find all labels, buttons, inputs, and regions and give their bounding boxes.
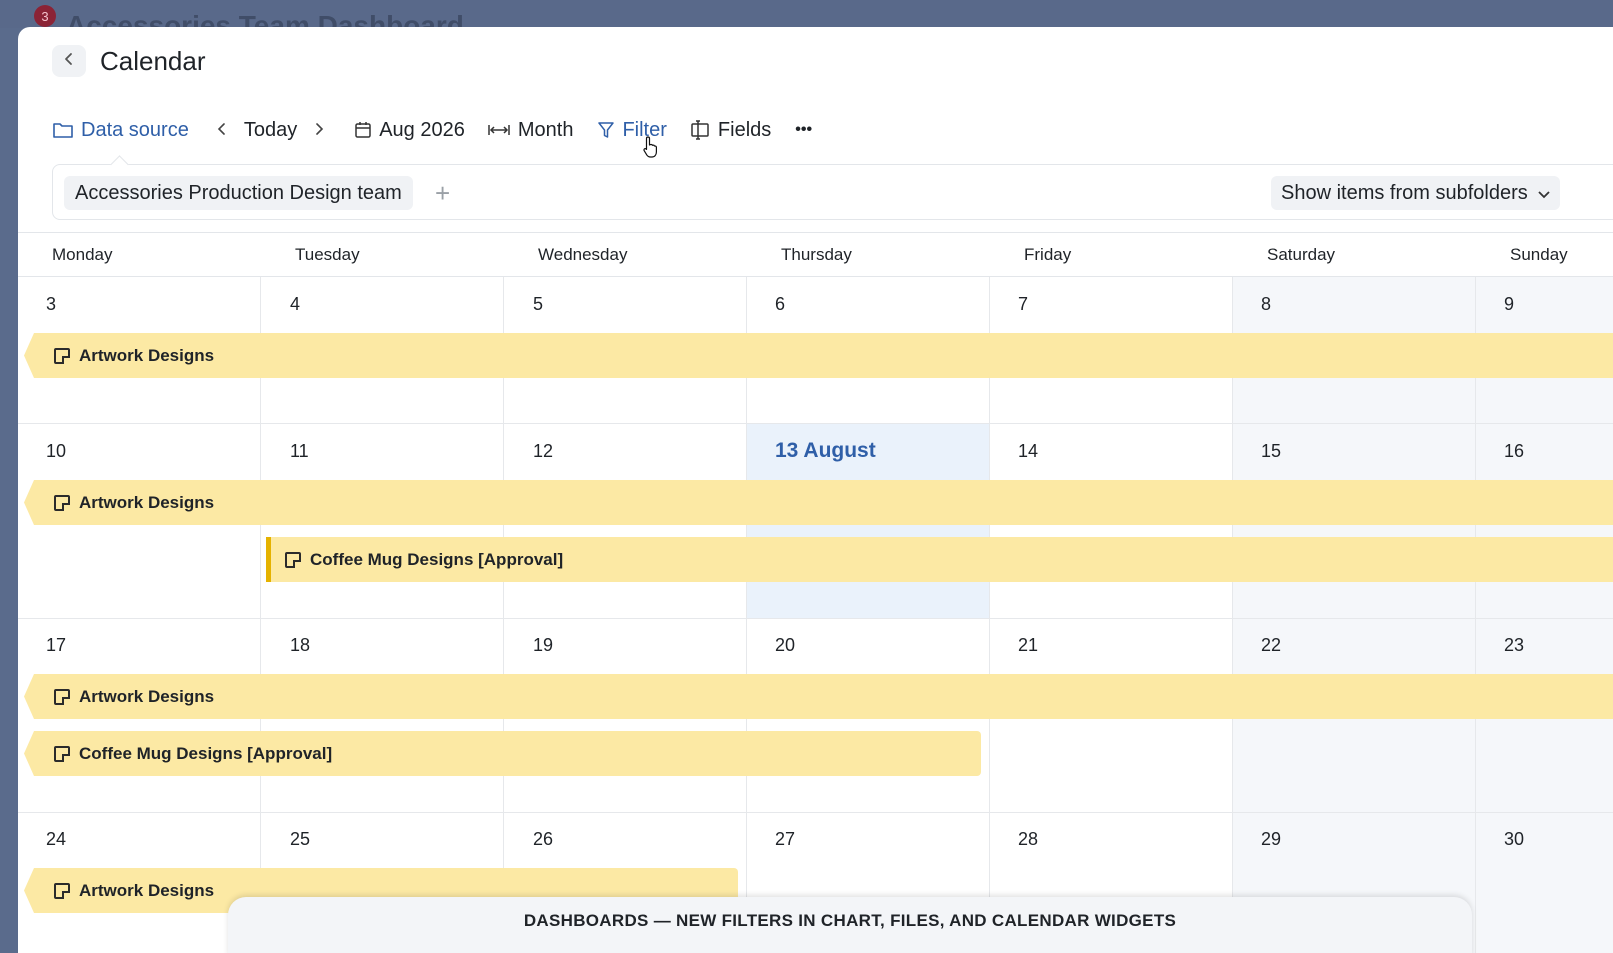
event-artwork-designs[interactable]: Artwork Designs [24, 333, 1613, 378]
date-cell-number[interactable]: 3 [46, 294, 56, 315]
fields-icon [689, 120, 711, 140]
date-cell-number[interactable]: 19 [533, 635, 553, 656]
more-options-button[interactable]: ••• [795, 121, 812, 139]
date-cell-number[interactable]: 18 [290, 635, 310, 656]
data-source-label: Data source [81, 118, 189, 141]
date-cell-number[interactable]: 20 [775, 635, 795, 656]
date-cell-number[interactable]: 10 [46, 441, 66, 462]
date-cell-number[interactable]: 30 [1504, 829, 1524, 850]
today-button[interactable]: Today [244, 119, 297, 142]
date-cell-number[interactable]: 23 [1504, 635, 1524, 656]
back-button[interactable] [52, 45, 86, 77]
column-divider [1232, 277, 1233, 953]
date-cell-number[interactable]: 11 [290, 441, 309, 462]
calendar-icon [354, 121, 372, 139]
filter-chip-team[interactable]: Accessories Production Design team [64, 176, 413, 210]
date-cell-number[interactable]: 21 [1018, 635, 1038, 656]
add-filter-button[interactable]: + [435, 178, 450, 209]
event-title: Coffee Mug Designs [Approval] [310, 549, 564, 569]
next-period-button[interactable] [314, 120, 324, 141]
weekday-header: Thursday [781, 245, 852, 264]
date-cell-number[interactable]: 8 [1261, 294, 1271, 315]
event-title: Artwork Designs [79, 880, 215, 900]
weekday-header: Saturday [1267, 245, 1336, 264]
date-cell-number[interactable]: 27 [775, 829, 795, 850]
date-picker-button[interactable]: Aug 2026 [354, 119, 465, 142]
column-divider [1475, 277, 1476, 953]
column-divider [503, 277, 504, 953]
weekday-header: Sunday [1510, 245, 1568, 264]
date-cell-number[interactable]: 9 [1504, 294, 1514, 315]
prev-period-button[interactable] [217, 120, 227, 141]
date-cell-number[interactable]: 26 [533, 829, 553, 850]
event-title: Coffee Mug Designs [Approval] [79, 743, 333, 763]
note-icon [285, 551, 301, 568]
event-artwork-designs[interactable]: Artwork Designs [24, 480, 1613, 525]
column-divider [260, 277, 261, 953]
event-title: Artwork Designs [79, 686, 215, 706]
weekday-header: Friday [1024, 245, 1072, 264]
date-cell-number[interactable]: 28 [1018, 829, 1038, 850]
weekend-background [1232, 277, 1613, 953]
view-mode-button[interactable]: Month [487, 118, 574, 142]
date-label: Aug 2026 [379, 118, 465, 141]
page-title: Calendar [100, 45, 206, 76]
date-cell-number[interactable]: 7 [1018, 294, 1028, 315]
subfolders-dropdown[interactable]: Show items from subfolders [1271, 176, 1560, 210]
date-navigation: Today [217, 119, 324, 142]
chevron-left-icon [63, 52, 75, 71]
modal-header: Calendar [52, 45, 206, 77]
hand-cursor-icon [643, 136, 657, 158]
date-cell-number[interactable]: 29 [1261, 829, 1281, 850]
announcement-banner: DASHBOARDS — NEW FILTERS IN CHART, FILES… [228, 897, 1472, 953]
folder-icon [52, 121, 74, 139]
filter-panel: Accessories Production Design team + Sho… [52, 164, 1613, 220]
event-title: Artwork Designs [79, 492, 215, 512]
note-icon [54, 882, 70, 899]
weekday-header: Tuesday [295, 245, 360, 264]
width-arrows-icon [487, 122, 511, 138]
data-source-button[interactable]: Data source [52, 119, 189, 142]
weekday-header: Wednesday [538, 245, 628, 264]
calendar-toolbar: Data source Today Aug 2026 Month Filter … [52, 115, 812, 145]
weekday-header: Monday [52, 245, 113, 264]
weekday-header-row: Monday Tuesday Wednesday Thursday Friday… [18, 233, 1613, 277]
date-cell-number[interactable]: 17 [46, 635, 66, 656]
note-icon [54, 745, 70, 762]
date-cell-number[interactable]: 12 [533, 441, 553, 462]
fields-label: Fields [717, 118, 772, 141]
date-cell-number[interactable]: 22 [1261, 635, 1281, 656]
today-date-label[interactable]: 13 August [775, 439, 876, 463]
week-divider [18, 618, 1613, 619]
funnel-icon [597, 120, 615, 140]
date-cell-number[interactable]: 5 [533, 294, 543, 315]
date-cell-number[interactable]: 14 [1018, 441, 1038, 462]
fields-button[interactable]: Fields [689, 119, 771, 142]
column-divider [746, 277, 747, 953]
date-cell-number[interactable]: 15 [1261, 441, 1281, 462]
notification-badge[interactable]: 3 [34, 5, 56, 27]
date-cell-number[interactable]: 4 [290, 294, 300, 315]
event-coffee-mug-approval[interactable]: Coffee Mug Designs [Approval] [266, 537, 1613, 582]
event-artwork-designs[interactable]: Artwork Designs [24, 674, 1613, 719]
chevron-down-icon [1538, 182, 1550, 205]
date-cell-number[interactable]: 25 [290, 829, 310, 850]
event-title: Artwork Designs [79, 345, 215, 365]
view-mode-label: Month [517, 118, 574, 141]
date-cell-number[interactable]: 24 [46, 829, 66, 850]
week-divider [18, 812, 1613, 813]
subfolders-label: Show items from subfolders [1281, 181, 1528, 204]
note-icon [54, 688, 70, 705]
note-icon [54, 347, 70, 364]
date-cell-number[interactable]: 16 [1504, 441, 1524, 462]
date-cell-number[interactable]: 6 [775, 294, 785, 315]
calendar-modal: Calendar Data source Today Aug 2026 Mont… [18, 27, 1613, 953]
week-divider [18, 423, 1613, 424]
note-icon [54, 494, 70, 511]
column-divider [989, 277, 990, 953]
event-coffee-mug-approval[interactable]: Coffee Mug Designs [Approval] [24, 731, 981, 776]
